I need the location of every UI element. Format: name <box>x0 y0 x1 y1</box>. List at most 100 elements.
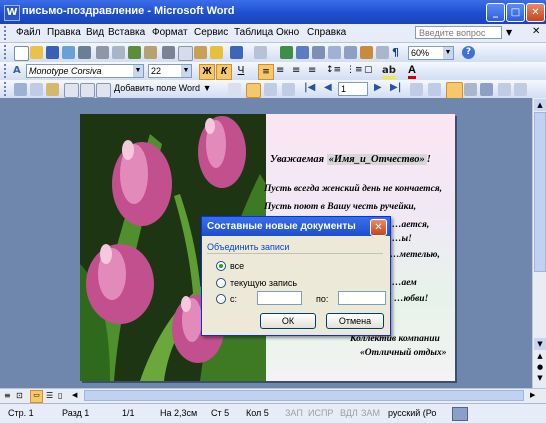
ok-button[interactable]: ОК <box>260 313 316 329</box>
scroll-right-icon[interactable]: ▶ <box>530 391 535 399</box>
help-icon[interactable]: ? <box>462 46 475 59</box>
from-record-input[interactable] <box>257 291 302 305</box>
cut-icon[interactable] <box>162 46 175 59</box>
menu-edit[interactable]: Правка <box>47 27 81 38</box>
toolbar-grip[interactable] <box>4 82 9 96</box>
insert-excel-icon[interactable] <box>328 46 341 59</box>
menu-help[interactable]: Справка <box>307 27 346 38</box>
print-layout-view-icon[interactable]: ▭ <box>30 390 43 403</box>
scroll-left-icon[interactable]: ◀ <box>72 391 77 399</box>
outside-border-icon[interactable]: ▢ <box>364 65 373 75</box>
open-data-source-icon[interactable] <box>30 83 43 96</box>
insert-greeting-icon[interactable] <box>80 83 95 98</box>
line-spacing-icon[interactable]: ↕≡ <box>326 65 341 75</box>
radio-record-range[interactable] <box>216 294 226 304</box>
new-document-icon[interactable] <box>14 46 29 61</box>
hyperlink-icon[interactable] <box>280 46 293 59</box>
show-hide-marks-icon[interactable]: ¶ <box>392 46 399 59</box>
highlight-merge-fields-icon[interactable] <box>246 83 261 98</box>
menu-table[interactable]: Таблица <box>234 27 273 38</box>
insert-merge-fields-icon[interactable] <box>96 83 111 98</box>
status-language[interactable]: русский (Ро <box>388 408 436 418</box>
toolbar-grip[interactable] <box>4 64 9 78</box>
undo-icon[interactable] <box>230 46 243 59</box>
go-to-record-input[interactable]: 1 <box>338 82 368 96</box>
close-document-button[interactable]: ✕ <box>532 26 540 37</box>
radio-current-record[interactable] <box>216 278 226 288</box>
spelling-icon[interactable] <box>128 46 141 59</box>
normal-view-icon[interactable]: ≡ <box>4 391 11 400</box>
menu-grip[interactable] <box>4 26 9 40</box>
merge-to-new-document-icon[interactable] <box>446 82 463 99</box>
format-painter-icon[interactable] <box>210 46 223 59</box>
first-record-icon[interactable]: |◀ <box>304 82 315 93</box>
check-errors-icon[interactable] <box>428 83 441 96</box>
status-extend[interactable]: ВДЛ <box>340 408 358 418</box>
italic-button[interactable]: К <box>216 64 232 80</box>
menu-format[interactable]: Формат <box>152 27 188 38</box>
help-question-input[interactable]: Введите вопрос <box>415 26 502 39</box>
previous-page-icon[interactable]: ▲ <box>534 352 546 362</box>
radio-from-label[interactable]: с: <box>230 294 237 304</box>
font-color-icon[interactable]: A <box>408 64 416 79</box>
help-dropdown-icon[interactable]: ▼ <box>506 28 512 37</box>
open-folder-icon[interactable] <box>30 46 43 59</box>
toolbar-grip[interactable] <box>4 45 9 59</box>
horizontal-scroll-thumb[interactable] <box>84 390 524 401</box>
font-size-dropdown-icon[interactable]: ▼ <box>181 65 191 77</box>
next-record-icon[interactable]: ▶ <box>374 82 382 93</box>
outline-view-icon[interactable]: ☰ <box>46 391 53 400</box>
insert-address-block-icon[interactable] <box>64 83 79 98</box>
mail-merge-recipients-icon[interactable] <box>46 83 59 96</box>
redo-icon[interactable] <box>254 46 267 59</box>
highlight-icon[interactable]: ab <box>382 65 396 79</box>
menu-window[interactable]: Окно <box>276 27 299 38</box>
align-right-icon[interactable]: ≡ <box>292 65 300 76</box>
last-record-icon[interactable]: ▶| <box>390 82 401 93</box>
document-map-icon[interactable] <box>376 46 389 59</box>
merge-options-icon[interactable] <box>514 83 527 96</box>
close-window-button[interactable]: ✕ <box>526 3 545 22</box>
columns-icon[interactable] <box>344 46 357 59</box>
reading-view-icon[interactable]: ▯ <box>58 391 62 400</box>
vertical-scroll-thumb[interactable] <box>534 112 546 272</box>
radio-current-label[interactable]: текущую запись <box>230 278 297 288</box>
font-select[interactable]: Monotype Corsiva ▼ <box>26 64 144 78</box>
next-page-icon[interactable]: ▼ <box>534 374 546 384</box>
copy-icon[interactable] <box>178 46 193 61</box>
spelling-status-icon[interactable] <box>452 407 468 421</box>
radio-all-records[interactable] <box>216 261 226 271</box>
paste-icon[interactable] <box>194 46 207 59</box>
scroll-up-icon[interactable]: ▲ <box>534 99 546 111</box>
align-center-icon[interactable]: ≡ <box>276 65 284 76</box>
numbering-icon[interactable]: ⋮≡ <box>346 65 363 75</box>
email-icon[interactable] <box>78 46 91 59</box>
tables-borders-icon[interactable] <box>296 46 309 59</box>
underline-button[interactable]: Ч <box>234 64 248 78</box>
match-fields-icon[interactable] <box>264 83 277 96</box>
merge-field-name[interactable]: «Имя_и_Отчество» <box>326 154 427 165</box>
status-overtype[interactable]: ЗАМ <box>361 408 380 418</box>
insert-table-icon[interactable] <box>312 46 325 59</box>
print-icon[interactable] <box>96 46 109 59</box>
maximize-button[interactable]: □ <box>506 3 525 22</box>
justify-icon[interactable]: ≡ <box>308 65 316 76</box>
view-merged-data-icon[interactable] <box>228 83 241 96</box>
bold-button[interactable]: Ж <box>199 64 215 80</box>
status-track-changes[interactable]: ИСПР <box>308 408 333 418</box>
styles-icon[interactable]: A <box>13 65 21 76</box>
research-icon[interactable] <box>144 46 157 59</box>
align-left-icon[interactable]: ≡ <box>258 64 274 80</box>
print-preview-icon[interactable] <box>112 46 125 59</box>
scroll-down-icon[interactable]: ▼ <box>534 338 546 350</box>
cancel-button[interactable]: Отмена <box>326 313 384 329</box>
menu-view[interactable]: Вид <box>86 27 104 38</box>
permission-icon[interactable] <box>62 46 75 59</box>
status-record-mode[interactable]: ЗАП <box>285 408 303 418</box>
main-document-icon[interactable] <box>14 83 27 96</box>
dialog-title-bar[interactable]: Составные новые документы ✕ <box>202 217 390 236</box>
zoom-select[interactable]: 60% ▼ <box>408 46 454 60</box>
vertical-scrollbar[interactable]: ▲ ▼ ▲ ● ▼ <box>532 98 546 388</box>
previous-record-icon[interactable]: ◀ <box>324 82 332 93</box>
merge-to-printer-icon[interactable] <box>464 83 477 96</box>
